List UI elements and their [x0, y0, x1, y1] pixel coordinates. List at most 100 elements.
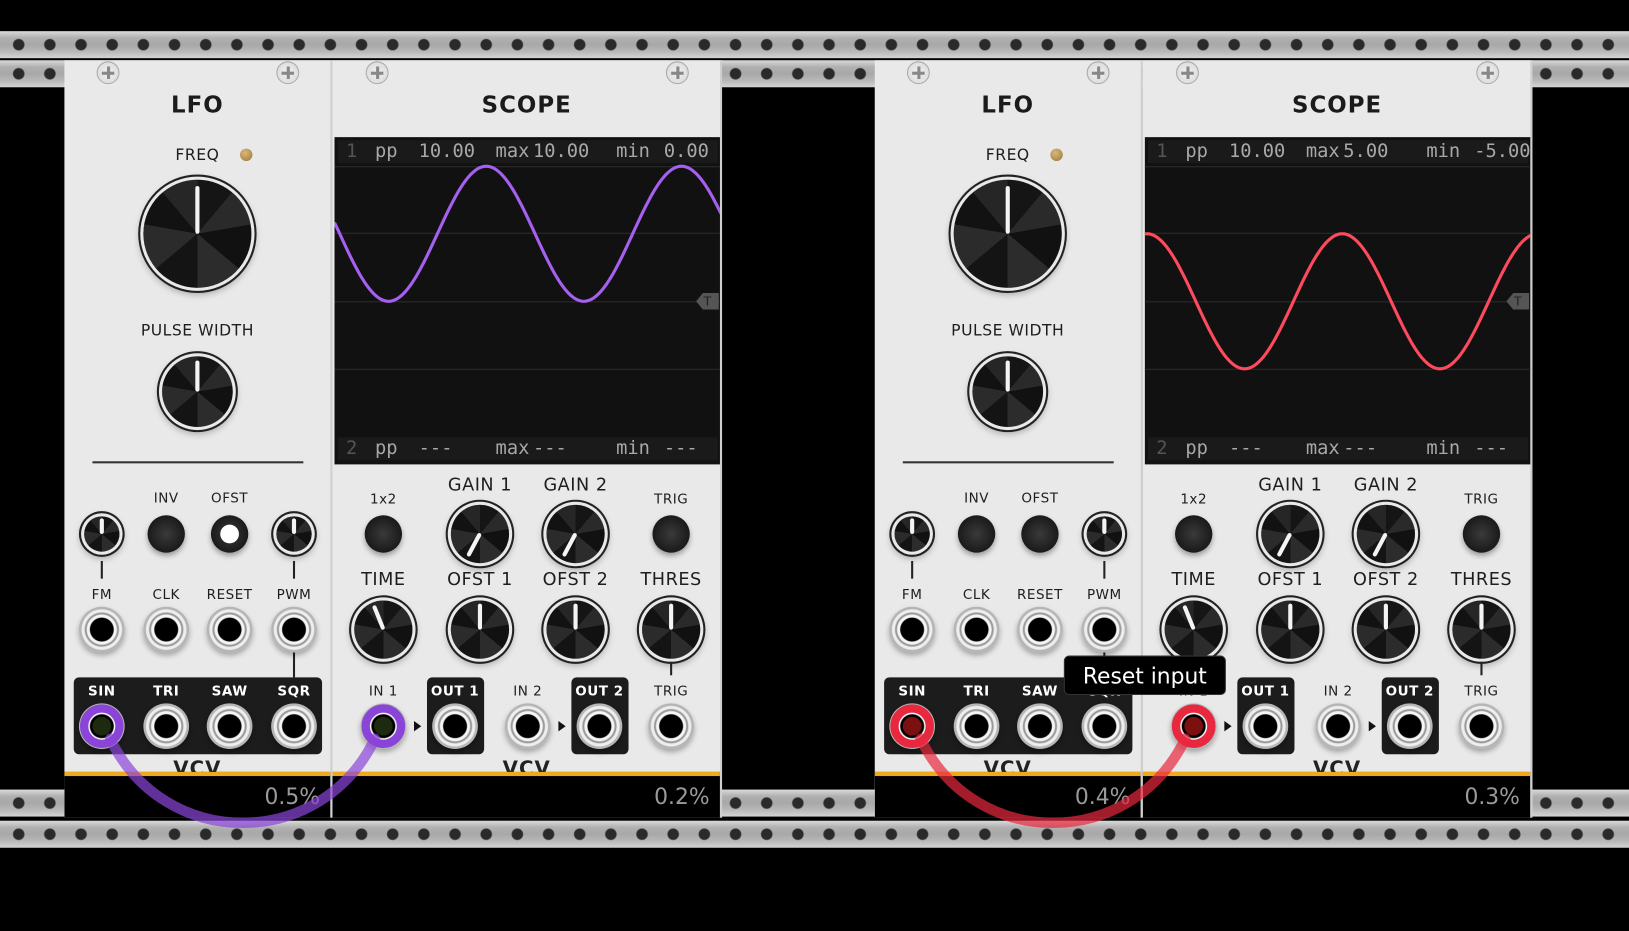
- fm-input-jack[interactable]: [889, 606, 936, 653]
- top-label: GAIN 2: [543, 474, 608, 496]
- pwm-attenuator-knob[interactable]: [1086, 516, 1123, 552]
- freq-knob[interactable]: [143, 179, 252, 288]
- gain-2-knob[interactable]: [1356, 504, 1415, 564]
- freq-knob[interactable]: [953, 179, 1062, 288]
- screw-icon: [906, 61, 930, 85]
- saw-output-jack[interactable]: [206, 703, 253, 750]
- pwm-input-jack[interactable]: [271, 606, 317, 653]
- connector-line: [911, 561, 914, 579]
- sin-output-jack[interactable]: [889, 703, 936, 750]
- connector-line: [1480, 661, 1483, 676]
- gain-1-knob[interactable]: [1261, 504, 1320, 564]
- reset-input-jack[interactable]: [206, 606, 253, 653]
- cpu-usage: 0.4%: [1074, 784, 1131, 810]
- clk-input-label: CLK: [962, 587, 991, 604]
- trig-button[interactable]: [652, 515, 690, 553]
- ofst-2-knob[interactable]: [1356, 600, 1415, 659]
- trig-button[interactable]: [1462, 515, 1501, 553]
- 1x2-button[interactable]: [1174, 515, 1213, 553]
- thres-knob[interactable]: [642, 600, 701, 659]
- ofst-1-knob[interactable]: [450, 600, 510, 659]
- sqr-output-jack[interactable]: [271, 703, 317, 750]
- knob-indicator: [1288, 603, 1293, 630]
- inv-label: INV: [153, 490, 179, 507]
- cpu-meter: 0.5%: [64, 771, 331, 818]
- rack-rail-bottom: [0, 820, 1629, 848]
- pulse-width-knob[interactable]: [972, 356, 1044, 427]
- tri-output-jack[interactable]: [143, 703, 190, 750]
- mid-label: OFST 2: [1353, 569, 1419, 591]
- ofst-button[interactable]: [210, 515, 249, 553]
- knob-indicator: [1276, 533, 1293, 558]
- trig-jack[interactable]: [648, 703, 694, 750]
- knob-indicator: [477, 603, 483, 630]
- ofst-2-knob[interactable]: [546, 600, 605, 659]
- knob-indicator: [573, 603, 578, 630]
- cpu-meter: 0.2%: [332, 771, 720, 818]
- in-1-jack[interactable]: [1170, 703, 1217, 750]
- mid-label: TIME: [361, 569, 406, 591]
- fm-attenuator-knob[interactable]: [894, 516, 930, 552]
- sqr-output-jack[interactable]: [1081, 703, 1128, 750]
- gain-2-knob[interactable]: [546, 504, 605, 564]
- reset-input-jack[interactable]: [1017, 606, 1063, 653]
- in-2-jack[interactable]: [504, 703, 551, 750]
- saw-output-label: SAW: [211, 684, 248, 700]
- sin-output-jack[interactable]: [78, 703, 125, 750]
- ofst-button[interactable]: [1021, 515, 1059, 553]
- in-2-label: IN 2: [513, 684, 543, 700]
- cpu-meter: 0.4%: [874, 771, 1141, 818]
- connector-line: [670, 661, 673, 676]
- time-knob[interactable]: [1164, 600, 1223, 659]
- clk-input-jack[interactable]: [953, 606, 1000, 653]
- time-knob[interactable]: [354, 600, 413, 659]
- saw-output-jack[interactable]: [1017, 703, 1063, 750]
- clk-input-jack[interactable]: [143, 606, 190, 653]
- pulse-width-label: PULSE WIDTH: [951, 321, 1065, 340]
- rack-canvas[interactable]: LFO FREQ PULSE WIDTH INV OFST FM CLK RESET PWM SI…: [0, 0, 1629, 931]
- trig-label: TRIG: [654, 684, 689, 700]
- knob-indicator: [1005, 360, 1010, 392]
- gain-1-knob[interactable]: [450, 504, 510, 564]
- thres-knob[interactable]: [1452, 600, 1511, 659]
- pulse-width-knob[interactable]: [162, 356, 233, 427]
- knob-indicator: [910, 518, 915, 534]
- 1x2-button[interactable]: [364, 515, 403, 553]
- module-title: LFO: [981, 92, 1035, 119]
- cpu-usage: 0.2%: [654, 784, 710, 810]
- out-1-jack[interactable]: [432, 703, 478, 750]
- ofst-1-knob[interactable]: [1261, 600, 1320, 659]
- fm-input-jack[interactable]: [78, 606, 125, 653]
- in-2-jack[interactable]: [1315, 703, 1361, 750]
- trig-jack[interactable]: [1458, 703, 1505, 750]
- fm-attenuator-knob[interactable]: [84, 516, 120, 552]
- knob-indicator: [195, 186, 200, 234]
- inv-button[interactable]: [147, 515, 185, 553]
- freq-label: FREQ: [985, 145, 1030, 165]
- out-2-jack[interactable]: [1386, 703, 1433, 750]
- screw-icon: [1176, 61, 1199, 85]
- out-2-jack[interactable]: [576, 703, 623, 750]
- in-1-jack[interactable]: [360, 703, 407, 750]
- in-1-label: IN 1: [368, 684, 398, 700]
- pulse-width-label: PULSE WIDTH: [140, 321, 254, 340]
- pwm-input-jack[interactable]: [1081, 606, 1128, 653]
- mid-label: TIME: [1171, 569, 1216, 591]
- cpu-usage: 0.5%: [264, 784, 320, 810]
- connector-line: [1103, 561, 1106, 579]
- scope-trace: [334, 164, 720, 303]
- saw-output-label: SAW: [1021, 684, 1058, 700]
- arrow-icon: [414, 720, 422, 732]
- tri-output-jack[interactable]: [953, 703, 1000, 750]
- knob-indicator: [669, 603, 674, 630]
- pwm-attenuator-knob[interactable]: [276, 516, 312, 552]
- scope-display: 1 pp 10.00 max 5.00 min -5.00 2 pp --- max --- min --…: [1144, 137, 1531, 465]
- out-1-jack[interactable]: [1242, 703, 1289, 750]
- mid-label: OFST 2: [542, 569, 609, 591]
- tri-output-label: TRI: [153, 684, 180, 700]
- inv-button[interactable]: [957, 515, 996, 553]
- knob-indicator: [1479, 603, 1484, 630]
- scope-module: SCOPE 1 pp 10.00 max 10.00 min 0.00 2 pp --- max ---…: [332, 60, 723, 818]
- knob-indicator: [195, 360, 200, 392]
- knob-indicator: [291, 518, 297, 534]
